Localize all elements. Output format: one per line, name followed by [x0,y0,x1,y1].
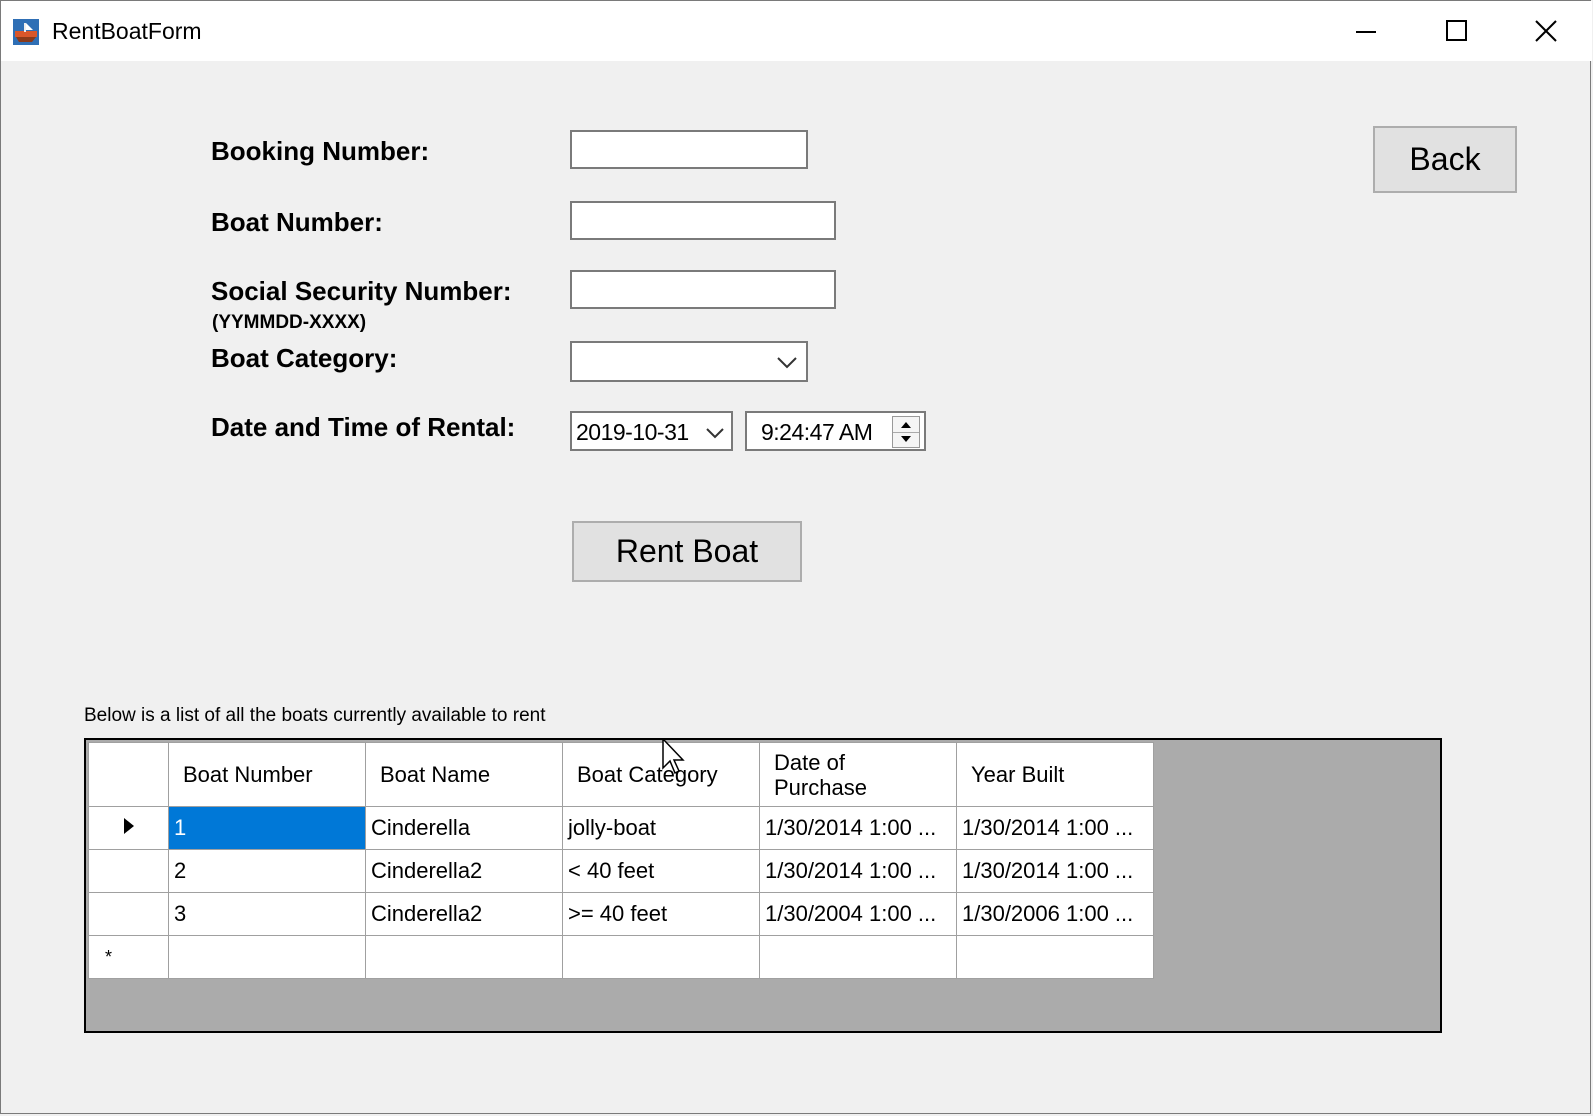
table-cell[interactable]: 1/30/2014 1:00 ... [759,849,957,893]
table-cell[interactable]: 1 [168,806,366,850]
boat-category-label: Boat Category: [211,343,398,373]
table-cell[interactable] [365,935,563,979]
table-cell[interactable] [168,935,366,979]
table-cell[interactable]: >= 40 feet [562,892,760,936]
arrow-up-icon [901,422,911,428]
maximize-icon [1446,20,1467,41]
title-bar[interactable]: RentBoatForm [1,1,1592,61]
table-row[interactable]: 2 Cinderella2 < 40 feet 1/30/2014 1:00 .… [88,849,1154,893]
spin-up-button[interactable] [893,417,919,433]
corner-header[interactable] [88,742,169,807]
column-header[interactable]: Boat Name [365,742,563,807]
table-cell[interactable]: Cinderella2 [365,849,563,893]
boats-data-grid[interactable]: Boat Number Boat Name Boat Category Date… [84,738,1442,1033]
booking-number-label: Booking Number: [211,136,430,166]
table-cell[interactable]: 1/30/2014 1:00 ... [956,806,1154,850]
time-spinner[interactable] [892,416,920,448]
chevron-down-icon [777,357,797,369]
grid-caption: Below is a list of all the boats current… [84,705,546,726]
close-icon [1535,20,1557,42]
booking-number-input[interactable] [570,130,808,169]
minimize-icon [1356,31,1376,33]
column-header[interactable]: Boat Number [168,742,366,807]
table-cell[interactable]: jolly-boat [562,806,760,850]
new-row[interactable]: * [88,935,1154,979]
boats-table: Boat Number Boat Name Boat Category Date… [88,742,1154,979]
ssn-label: Social Security Number: [211,276,512,306]
spin-down-button[interactable] [893,432,919,447]
table-cell[interactable]: 1/30/2004 1:00 ... [759,892,957,936]
ssn-format-hint: (YYMMDD-XXXX) [212,312,367,333]
column-header[interactable]: Boat Category [562,742,760,807]
table-cell[interactable]: < 40 feet [562,849,760,893]
table-cell[interactable]: 1/30/2006 1:00 ... [956,892,1154,936]
boat-number-input[interactable] [570,201,836,240]
column-header[interactable]: Year Built [956,742,1154,807]
boat-category-select[interactable] [570,341,808,382]
back-button[interactable]: Back [1373,126,1517,193]
table-row[interactable]: 1 Cinderella jolly-boat 1/30/2014 1:00 .… [88,806,1154,850]
table-cell[interactable] [759,935,957,979]
table-cell[interactable]: Cinderella [365,806,563,850]
maximize-button[interactable] [1411,1,1501,61]
ssn-input[interactable] [570,270,836,309]
table-cell[interactable]: 2 [168,849,366,893]
row-header[interactable] [88,806,169,850]
arrow-down-icon [901,436,911,442]
table-cell[interactable]: Cinderella2 [365,892,563,936]
rental-time-value: 9:24:47 AM [761,419,873,445]
table-cell[interactable]: 1/30/2014 1:00 ... [956,849,1154,893]
new-row-marker: * [88,935,169,979]
table-cell[interactable] [562,935,760,979]
column-header[interactable]: Date of Purchase [759,742,957,807]
table-cell[interactable]: 3 [168,892,366,936]
chevron-down-icon [706,428,724,439]
current-row-arrow-icon [123,818,134,834]
rent-boat-button[interactable]: Rent Boat [572,521,802,582]
minimize-button[interactable] [1321,1,1411,61]
window-title: RentBoatForm [52,18,202,44]
table-row[interactable]: 3 Cinderella2 >= 40 feet 1/30/2004 1:00 … [88,892,1154,936]
table-cell[interactable] [956,935,1154,979]
table-cell[interactable]: 1/30/2014 1:00 ... [759,806,957,850]
mouse-cursor-icon [662,738,685,775]
close-button[interactable] [1501,1,1591,61]
app-icon [13,19,39,45]
rental-date-value: 2019-10-31 [576,419,689,445]
rental-date-picker[interactable]: 2019-10-31 [570,411,733,451]
row-header[interactable] [88,849,169,893]
date-time-label: Date and Time of Rental: [211,412,516,442]
rental-time-picker[interactable]: 9:24:47 AM [745,411,926,451]
row-header[interactable] [88,892,169,936]
boat-number-label: Boat Number: [211,207,383,237]
